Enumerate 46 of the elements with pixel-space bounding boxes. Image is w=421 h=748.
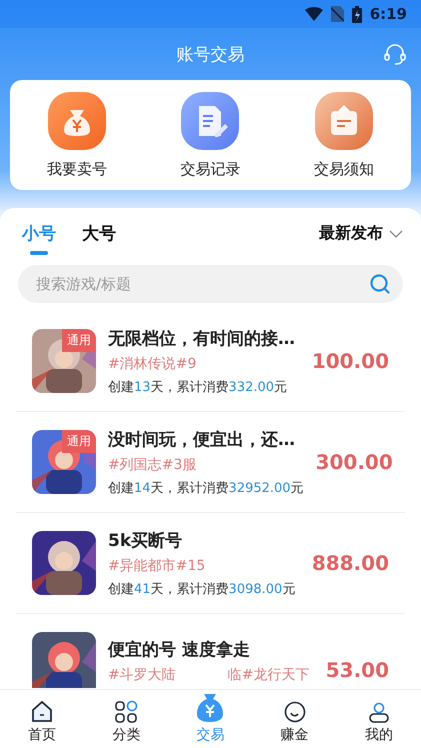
listing-title: 无限档位，有时间的接… [108,328,296,350]
grid-icon [114,700,138,724]
document-edit-icon [181,92,240,150]
listing-price: 53.00 [326,658,389,684]
sort-dropdown[interactable]: 最新发布 [319,223,403,254]
battery-icon [352,6,362,22]
notice-box-icon [315,92,374,150]
game-tag: #列国志#3服 [108,456,196,474]
listing-title: 5k买断号 [108,530,184,552]
money-bag-icon [48,92,106,150]
nav-item[interactable]: 首页 [0,690,84,748]
listing-row[interactable]: 通用 无限档位，有时间的接… #消林传说#9 创建13天，累计消费332.00元 100.00 [16,311,405,412]
person-icon [366,700,391,724]
home-icon [30,700,54,724]
game-tag: #异能都市#15 [108,556,206,574]
game-tag: 临#龙行天下 [228,666,310,684]
nav-item[interactable]: 我的 [336,690,421,748]
listing-row[interactable]: 5k买断号 #异能都市#15 创建41天，累计消费3098.00元 888.00 [16,513,405,614]
no-sim-icon [330,6,344,22]
listing-price: 100.00 [312,349,389,373]
search-icon[interactable] [369,273,391,295]
quick-action-button[interactable]: 交易须知 [277,92,411,178]
search-field[interactable]: 搜索游戏/标题 [18,265,403,303]
quick-action-button[interactable]: 交易记录 [144,92,278,178]
listing-meta: 创建13天，累计消费332.00元 [108,378,288,396]
nav-item[interactable]: 分类 [84,690,168,748]
listing-row[interactable]: 通用 没时间玩，便宜出，还… #列国志#3服 创建14天，累计消费32952.00元 300.00 [16,412,405,513]
listing-title: 便宜的号 速度拿走 [108,639,251,661]
headset-icon[interactable] [383,42,407,66]
game-tag: #消林传说#9 [108,354,196,372]
listing-price: 300.00 [316,450,393,474]
tag-label: 通用 [62,430,96,453]
listing-meta: 创建14天，累计消费32952.00元 [108,480,304,496]
status-time: 6:19 [370,5,407,23]
coin-icon [282,700,307,724]
page-title: 账号交易 [176,44,244,66]
listing-title: 没时间玩，便宜出，还… [108,428,296,450]
chevron-down-icon [389,230,403,238]
tab[interactable]: 大号 [82,222,116,255]
nav-item[interactable]: 赚金 [252,690,337,748]
quick-action-button[interactable]: 我要卖号 [10,92,144,178]
tag-label: 通用 [62,329,96,352]
wifi-icon [304,7,323,21]
listing-price: 888.00 [312,551,389,575]
listing-meta: 创建41天，累计消费3098.00元 [108,580,296,598]
game-tag: #斗罗大陆 [108,666,176,684]
